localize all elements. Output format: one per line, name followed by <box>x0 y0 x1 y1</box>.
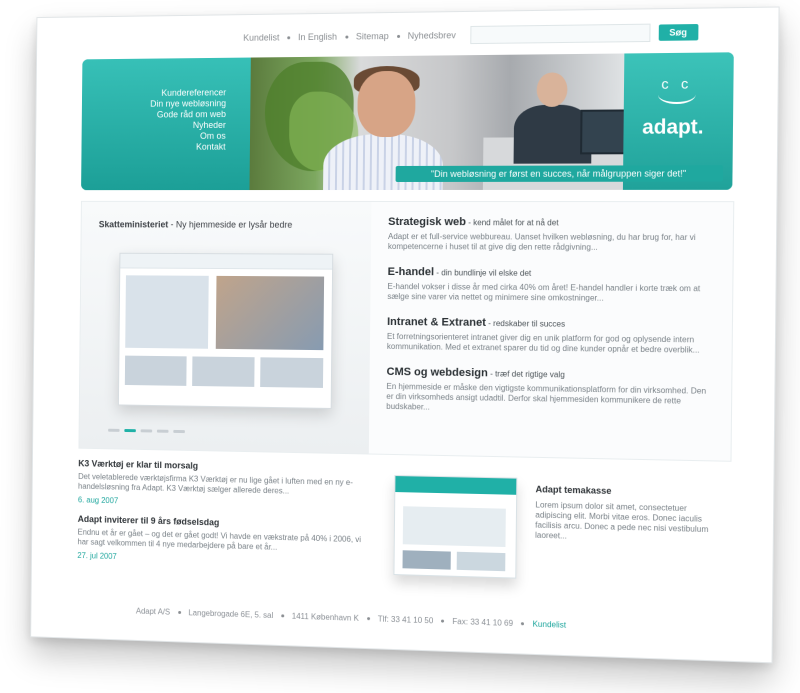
case-showcase: Skatteministeriet - Ny hjemmeside er lys… <box>79 202 371 454</box>
bottom-section: K3 Værktøj er klar til morsalg Det velet… <box>77 458 729 611</box>
carousel-pager <box>108 429 185 433</box>
showcase-caption[interactable]: Skatteministeriet - Ny hjemmeside er lys… <box>99 219 293 229</box>
logo-text: adapt. <box>642 116 704 140</box>
screenshot-stage: Kundelist In English Sitemap Nyhedsbrev … <box>0 0 800 693</box>
main-content-panel: Skatteministeriet - Ny hjemmeside er lys… <box>78 201 734 462</box>
theme-box-image[interactable] <box>393 475 517 579</box>
service-text: Adapt er et full-service webbureau. Uans… <box>388 232 715 253</box>
separator-dot <box>397 34 400 37</box>
hero-banner: Kundereferencer Din nye webløsning Gode … <box>81 52 734 190</box>
theme-image-tile <box>457 552 506 571</box>
thumb-map <box>125 275 209 348</box>
separator-dot <box>345 35 348 38</box>
service-subtitle: - træf det rigtige valg <box>488 369 565 379</box>
nav-item-om-os[interactable]: Om os <box>120 131 226 142</box>
separator-dot <box>178 611 181 614</box>
theme-image-content <box>403 506 506 547</box>
footer-link-kundelist[interactable]: Kundelist <box>532 620 566 630</box>
service-title: E-handel <box>388 266 435 278</box>
service-title: Strategisk web <box>388 216 466 228</box>
news-text: Det veletablerede værktøjsfirma K3 Værkt… <box>78 472 368 498</box>
news-list: K3 Værktøj er klar til morsalg Det velet… <box>77 458 368 600</box>
person-face <box>357 71 415 137</box>
top-link-in-english[interactable]: In English <box>298 32 337 42</box>
search-input[interactable] <box>470 24 650 44</box>
theme-box: Adapt temakasse Lorem ipsum dolor sit am… <box>383 465 729 612</box>
separator-dot <box>367 617 370 620</box>
theme-image-tile <box>403 550 451 569</box>
service-heading[interactable]: Strategisk web - kend målet for at nå de… <box>388 216 715 229</box>
service-text: E-handel vokser i disse år med cirka 40%… <box>387 282 714 305</box>
carousel-dot[interactable] <box>141 429 153 432</box>
nav-item-kontakt[interactable]: Kontakt <box>120 142 226 153</box>
logo-smile-icon <box>658 85 696 104</box>
hero-nav-panel: Kundereferencer Din nye webløsning Gode … <box>81 58 251 191</box>
separator-dot <box>281 614 284 617</box>
service-item: CMS og webdesign - træf det rigtige valg… <box>386 366 713 417</box>
service-heading[interactable]: E-handel - din bundlinje vil elske det <box>388 266 715 280</box>
service-subtitle: - din bundlinje vil elske det <box>434 268 531 278</box>
person-head <box>537 72 568 107</box>
footer-company: Adapt A/S <box>136 607 170 617</box>
service-text: En hjemmeside er måske den vigtigste kom… <box>386 382 713 417</box>
thumb-tile <box>260 357 323 388</box>
service-text: Et forretningsorienteret intranet giver … <box>387 332 714 356</box>
thumb-tile <box>125 356 187 386</box>
thumb-header <box>120 254 332 270</box>
footer-fax: Fax: 33 41 10 69 <box>452 617 513 628</box>
nav-item-din-nye-weblosning[interactable]: Din nye webløsning <box>120 98 226 110</box>
hero-tagline: "Din webløsning er først en succes, når … <box>396 165 724 182</box>
separator-dot <box>521 622 524 625</box>
news-date: 6. aug 2007 <box>78 495 367 511</box>
website-preview: Kundelist In English Sitemap Nyhedsbrev … <box>30 6 779 663</box>
top-link-nyhedsbrev[interactable]: Nyhedsbrev <box>408 30 456 41</box>
top-link-sitemap[interactable]: Sitemap <box>356 31 389 41</box>
nav-item-gode-raad[interactable]: Gode råd om web <box>120 109 226 120</box>
top-link-kundelist[interactable]: Kundelist <box>243 32 279 42</box>
showcase-caption-text: - Ny hjemmeside er lysår bedre <box>168 220 292 230</box>
case-screenshot[interactable] <box>118 253 333 409</box>
search-button[interactable]: Søg <box>658 24 698 41</box>
service-heading[interactable]: Intranet & Extranet - redskaber til succ… <box>387 316 714 331</box>
computer-monitor <box>580 109 628 154</box>
thumb-row <box>125 356 323 388</box>
service-item: Strategisk web - kend målet for at nå de… <box>388 216 715 253</box>
main-nav: Kundereferencer Din nye webløsning Gode … <box>120 87 227 153</box>
thumb-photo <box>216 276 324 350</box>
service-subtitle: - kend målet for at nå det <box>466 218 559 227</box>
carousel-dot[interactable] <box>173 430 185 433</box>
separator-dot <box>287 36 290 39</box>
theme-box-text: Lorem ipsum dolor sit amet, consectetuer… <box>535 500 711 545</box>
footer-address: Langebrogade 6E, 5. sal <box>188 608 273 620</box>
separator-dot <box>441 620 444 623</box>
carousel-dot[interactable] <box>108 429 119 432</box>
footer-phone: Tlf: 33 41 10 50 <box>378 614 434 625</box>
theme-image-header <box>395 476 516 495</box>
news-item: Adapt inviterer til 9 års fødselsdag End… <box>77 514 367 568</box>
service-title: Intranet & Extranet <box>387 316 486 329</box>
showcase-client: Skatteministeriet <box>99 219 169 229</box>
carousel-dot[interactable] <box>157 430 169 433</box>
news-item: K3 Værktøj er klar til morsalg Det velet… <box>78 458 368 511</box>
service-item: E-handel - din bundlinje vil elske det E… <box>387 266 714 305</box>
service-item: Intranet & Extranet - redskaber til succ… <box>387 316 714 356</box>
footer: Adapt A/S Langebrogade 6E, 5. sal 1411 K… <box>136 607 696 634</box>
services-list: Strategisk web - kend målet for at nå de… <box>386 216 715 432</box>
service-heading[interactable]: CMS og webdesign - træf det rigtige valg <box>387 366 714 383</box>
service-subtitle: - redskaber til succes <box>486 319 565 329</box>
nav-item-nyheder[interactable]: Nyheder <box>120 120 226 131</box>
service-title: CMS og webdesign <box>387 366 488 379</box>
nav-item-kundereferencer[interactable]: Kundereferencer <box>120 87 226 99</box>
top-utility-bar: Kundelist In English Sitemap Nyhedsbrev … <box>243 21 760 48</box>
news-text: Endnu et år er gået – og det er gået god… <box>77 528 367 556</box>
carousel-dot-active[interactable] <box>124 429 136 432</box>
footer-city: 1411 København K <box>292 612 359 623</box>
thumb-tile <box>192 356 254 386</box>
theme-box-title[interactable]: Adapt temakasse <box>536 484 612 496</box>
